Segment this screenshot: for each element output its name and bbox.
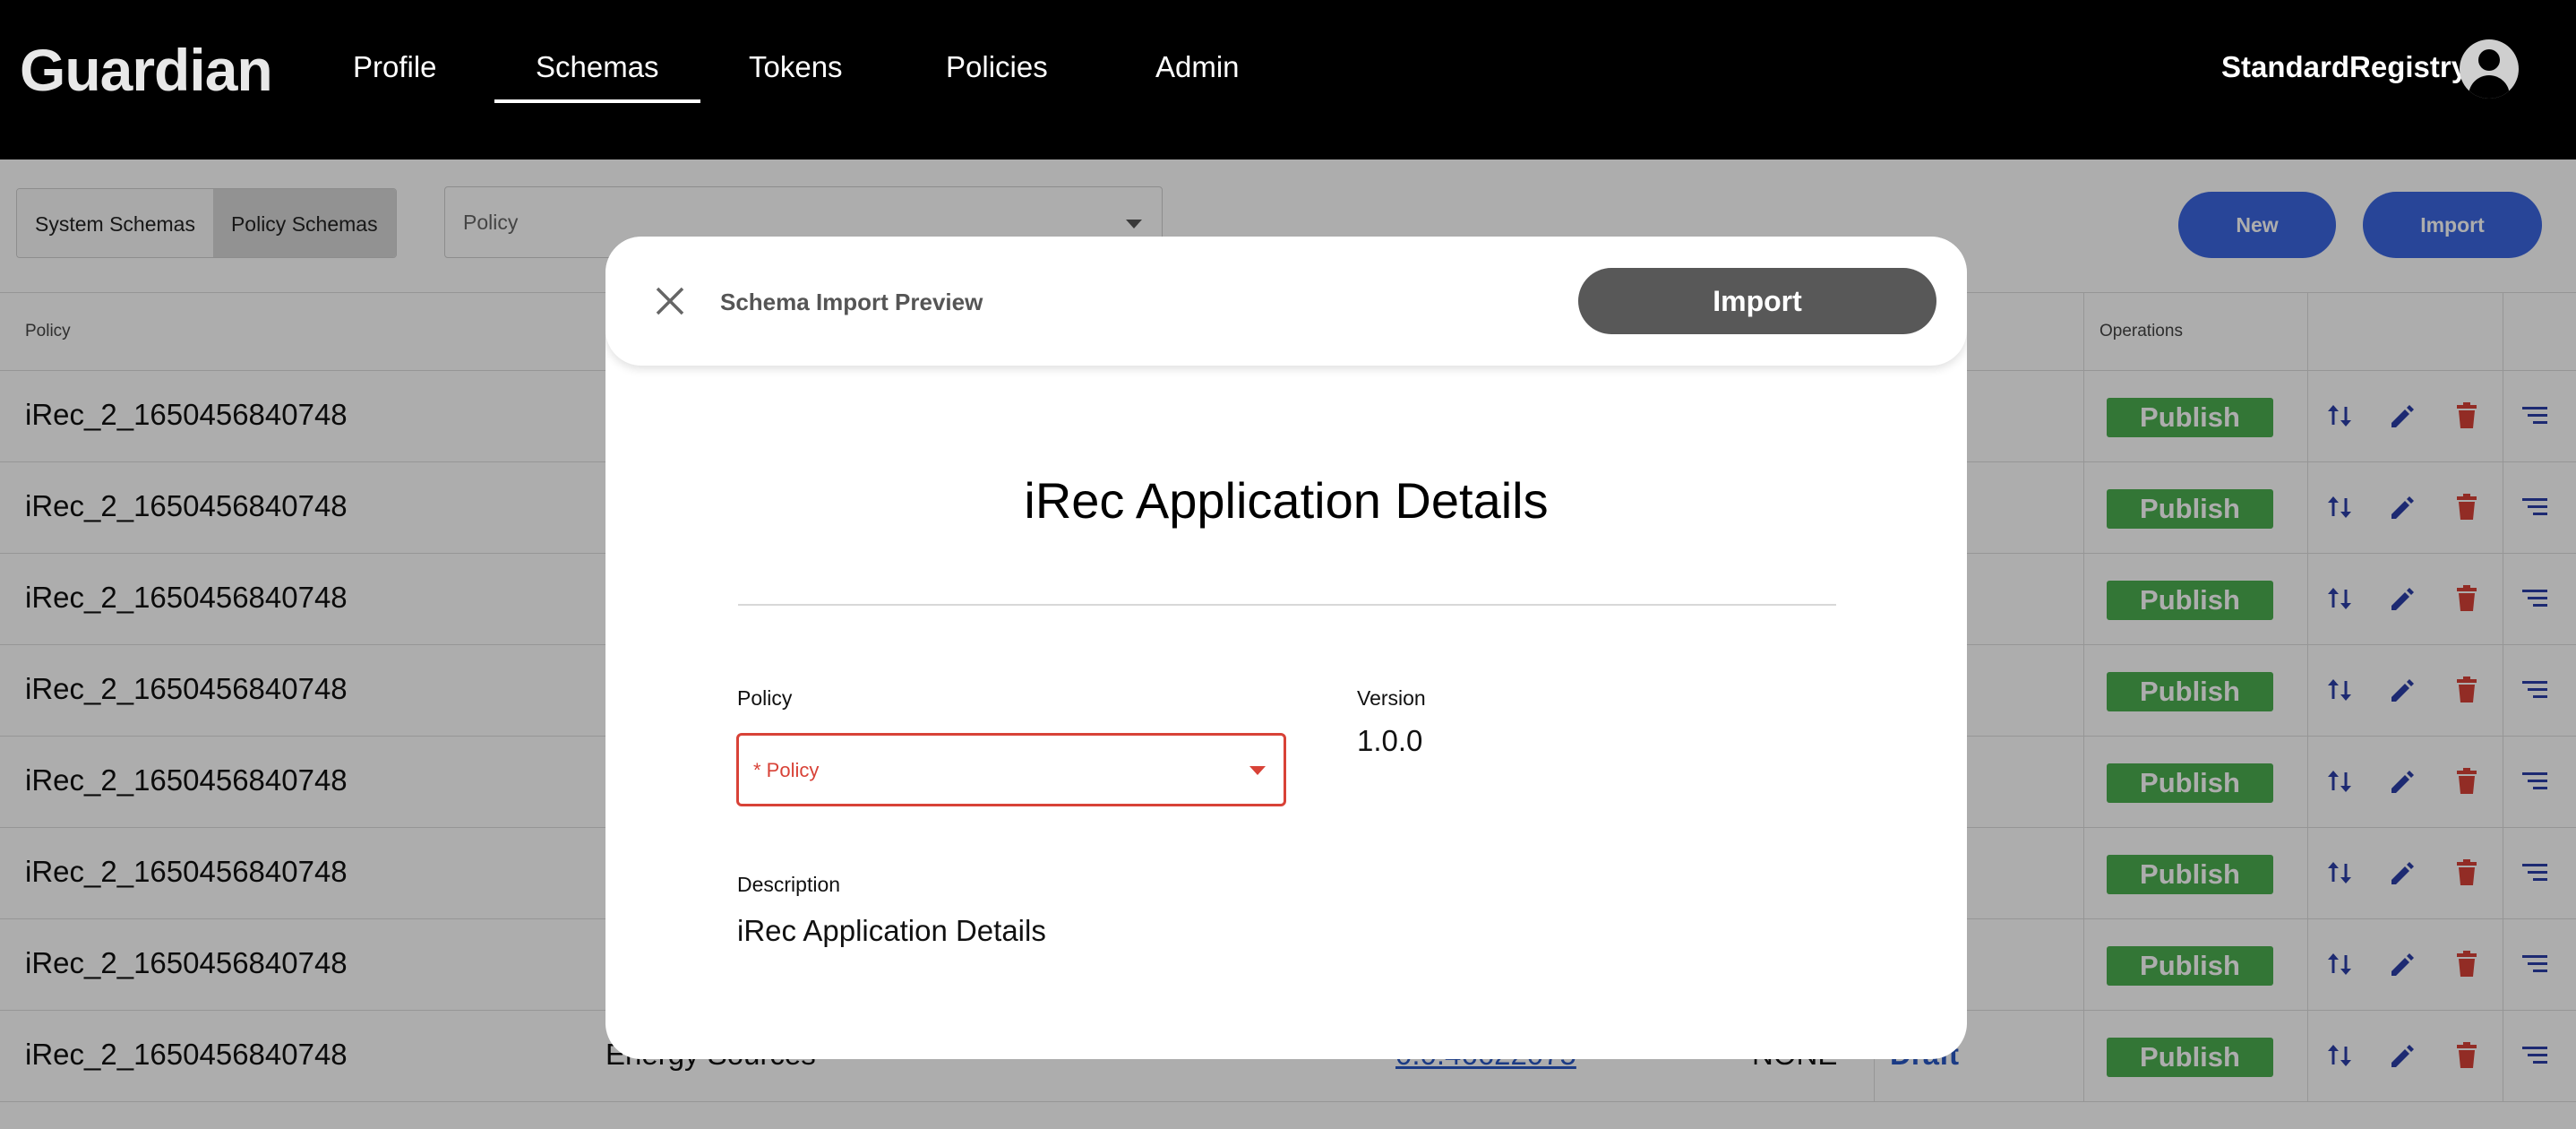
version-label: Version (1357, 686, 1426, 710)
divider (738, 604, 1836, 606)
dialog-import-button[interactable]: Import (1578, 268, 1936, 334)
policy-label: Policy (737, 686, 793, 710)
brand-logo: Guardian (20, 37, 273, 103)
schema-name-heading: iRec Application Details (1024, 472, 1549, 529)
nav-admin[interactable]: Admin (1155, 50, 1240, 104)
dialog-header: Schema Import Preview Import (605, 237, 1967, 366)
top-navbar: Guardian Profile Schemas Tokens Policies… (0, 0, 2576, 159)
policy-select-placeholder: * Policy (753, 759, 820, 781)
dialog-title: Schema Import Preview (720, 289, 983, 315)
close-icon[interactable] (652, 283, 688, 319)
nav-tokens[interactable]: Tokens (749, 50, 843, 104)
nav-schemas[interactable]: Schemas (494, 50, 700, 104)
user-name[interactable]: StandardRegistry (2221, 50, 2468, 84)
nav-profile[interactable]: Profile (353, 50, 437, 104)
avatar-icon[interactable] (2460, 39, 2519, 99)
description-value: iRec Application Details (737, 914, 1046, 947)
chevron-down-icon (1249, 766, 1266, 775)
description-label: Description (737, 873, 841, 896)
nav-policies[interactable]: Policies (946, 50, 1048, 104)
schema-import-dialog: Schema Import Preview Import iRec Applic… (605, 237, 1967, 1059)
policy-select[interactable]: * Policy (736, 733, 1286, 806)
version-value: 1.0.0 (1357, 724, 1423, 757)
